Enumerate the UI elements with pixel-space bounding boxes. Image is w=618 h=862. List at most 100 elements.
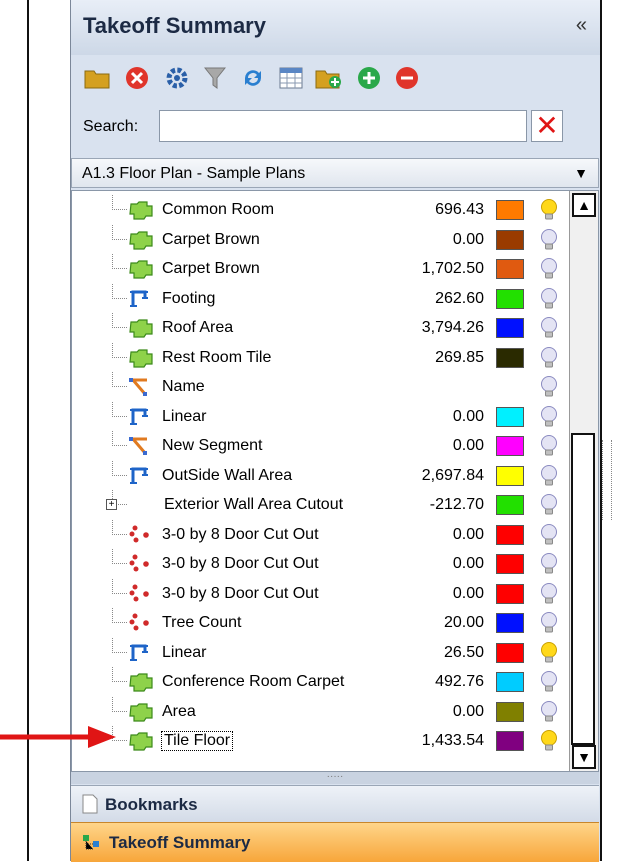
color-swatch[interactable] xyxy=(496,200,524,220)
visibility-bulb-icon[interactable] xyxy=(538,700,560,724)
tree-item-name: Tree Count xyxy=(162,614,242,631)
color-swatch[interactable] xyxy=(496,229,524,250)
add-icon[interactable] xyxy=(355,64,383,92)
color-swatch[interactable] xyxy=(496,701,524,722)
color-swatch[interactable] xyxy=(496,288,524,309)
visibility-bulb-icon[interactable] xyxy=(538,316,560,340)
resize-grip[interactable] xyxy=(602,440,612,520)
tree-item-name: 3-0 by 8 Door Cut Out xyxy=(162,525,319,543)
tree-row[interactable]: Common Room 696.43 xyxy=(72,195,572,224)
visibility-bulb-icon[interactable] xyxy=(538,375,560,399)
tree-item-name: Rest Room Tile xyxy=(162,348,272,366)
tree-row[interactable]: + Exterior Wall Area Cutout -212.70 xyxy=(72,490,572,519)
color-swatch[interactable] xyxy=(496,554,524,574)
close-icon: ✕ xyxy=(535,110,559,141)
visibility-bulb-icon[interactable] xyxy=(538,493,560,517)
tree-connector xyxy=(112,637,127,653)
tree-connector xyxy=(112,195,127,210)
color-swatch[interactable] xyxy=(496,583,524,604)
tree-row[interactable]: 3-0 by 8 Door Cut Out 0.00 xyxy=(72,549,572,578)
tree-row[interactable]: Linear 26.50 xyxy=(72,637,572,667)
tree-item-name: Tile Floor xyxy=(160,731,234,751)
pointer-arrow xyxy=(0,726,116,748)
color-swatch[interactable] xyxy=(496,347,524,368)
tree-item-value: 2,697.84 xyxy=(421,466,484,484)
tree-item-value: 1,702.50 xyxy=(421,260,484,277)
tree-row[interactable]: Tile Floor 1,433.54 xyxy=(72,726,572,755)
tree-row[interactable]: Tree Count 20.00 xyxy=(72,608,572,637)
color-swatch[interactable] xyxy=(496,731,524,751)
color-swatch[interactable] xyxy=(496,524,524,545)
visibility-bulb-icon[interactable] xyxy=(538,523,560,547)
tree-row[interactable]: Conference Room Carpet 492.76 xyxy=(72,667,572,696)
color-swatch[interactable] xyxy=(496,642,524,663)
tree-item-value: 0.00 xyxy=(452,702,484,720)
grid-icon[interactable] xyxy=(277,64,305,92)
visibility-bulb-icon[interactable] xyxy=(538,434,560,458)
area-icon xyxy=(128,672,154,692)
tree-row[interactable]: OutSide Wall Area 2,697.84 xyxy=(72,460,572,490)
tree-item-value: 0.00 xyxy=(452,555,484,572)
tree-item-value: 696.43 xyxy=(435,201,484,218)
tree-item-name: Conference Room Carpet xyxy=(162,673,345,690)
area-icon xyxy=(128,348,154,368)
tree-row[interactable]: New Segment 0.00 xyxy=(72,431,572,460)
collapse-panel-button[interactable]: « xyxy=(576,14,587,37)
refresh-icon[interactable] xyxy=(239,64,267,92)
plan-selector[interactable]: A1.3 Floor Plan - Sample Plans ▼ xyxy=(71,158,599,188)
tree-row[interactable]: Linear 0.00 xyxy=(72,401,572,431)
search-input[interactable] xyxy=(159,110,527,142)
panel-splitter[interactable]: ····· xyxy=(71,772,599,784)
tree-row[interactable]: Carpet Brown 1,702.50 xyxy=(72,254,572,283)
color-swatch[interactable] xyxy=(496,613,524,633)
folder-icon[interactable] xyxy=(83,64,111,92)
tree-row[interactable]: 3-0 by 8 Door Cut Out 0.00 xyxy=(72,519,572,549)
expand-icon[interactable]: + xyxy=(106,499,117,510)
delete-icon[interactable] xyxy=(123,64,151,92)
visibility-bulb-icon[interactable] xyxy=(538,729,560,753)
tree-row[interactable]: Name xyxy=(72,372,572,401)
remove-icon[interactable] xyxy=(393,64,421,92)
scrollbar-thumb[interactable] xyxy=(571,433,595,745)
color-swatch[interactable] xyxy=(496,318,524,338)
tree-row[interactable]: Rest Room Tile 269.85 xyxy=(72,342,572,372)
visibility-bulb-icon[interactable] xyxy=(538,670,560,694)
color-swatch[interactable] xyxy=(496,672,524,692)
tree-row[interactable]: Footing 262.60 xyxy=(72,283,572,313)
visibility-bulb-icon[interactable] xyxy=(538,287,560,311)
visibility-bulb-icon[interactable] xyxy=(538,228,560,252)
scroll-up-button[interactable]: ▲ xyxy=(572,193,596,217)
visibility-bulb-icon[interactable] xyxy=(538,552,560,576)
clear-search-button[interactable]: ✕ xyxy=(531,110,563,142)
tree-row[interactable]: Carpet Brown 0.00 xyxy=(72,224,572,254)
visibility-bulb-icon[interactable] xyxy=(538,405,560,429)
visibility-bulb-icon[interactable] xyxy=(538,641,560,665)
color-swatch[interactable] xyxy=(496,495,524,515)
tree-item-value: 0.00 xyxy=(452,525,484,543)
area-icon xyxy=(128,318,154,338)
color-swatch[interactable] xyxy=(496,465,524,486)
visibility-bulb-icon[interactable] xyxy=(538,611,560,635)
tree-row[interactable]: Area 0.00 xyxy=(72,696,572,726)
tree-row[interactable]: 3-0 by 8 Door Cut Out 0.00 xyxy=(72,578,572,608)
filter-icon[interactable] xyxy=(201,64,229,92)
tab-bookmarks-label: Bookmarks xyxy=(105,795,198,814)
visibility-bulb-icon[interactable] xyxy=(538,464,560,488)
scroll-down-button[interactable]: ▼ xyxy=(572,745,596,769)
tree-item-value: 0.00 xyxy=(452,584,484,602)
vertical-scrollbar[interactable]: ▲ ▼ xyxy=(569,191,598,771)
tree-row[interactable]: Roof Area 3,794.26 xyxy=(72,313,572,342)
tab-takeoff-summary[interactable]: Takeoff Summary xyxy=(71,822,599,862)
visibility-bulb-icon[interactable] xyxy=(538,198,560,222)
visibility-bulb-icon[interactable] xyxy=(538,346,560,370)
folder-new-icon[interactable] xyxy=(315,64,343,92)
visibility-bulb-icon[interactable] xyxy=(538,582,560,606)
tree-connector xyxy=(112,549,127,564)
tree-item-value: 0.00 xyxy=(452,437,484,454)
visibility-bulb-icon[interactable] xyxy=(538,257,560,281)
tab-bookmarks[interactable]: Bookmarks xyxy=(71,785,599,822)
color-swatch[interactable] xyxy=(496,259,524,279)
color-swatch[interactable] xyxy=(496,406,524,427)
settings-icon[interactable] xyxy=(163,64,191,92)
color-swatch[interactable] xyxy=(496,436,524,456)
